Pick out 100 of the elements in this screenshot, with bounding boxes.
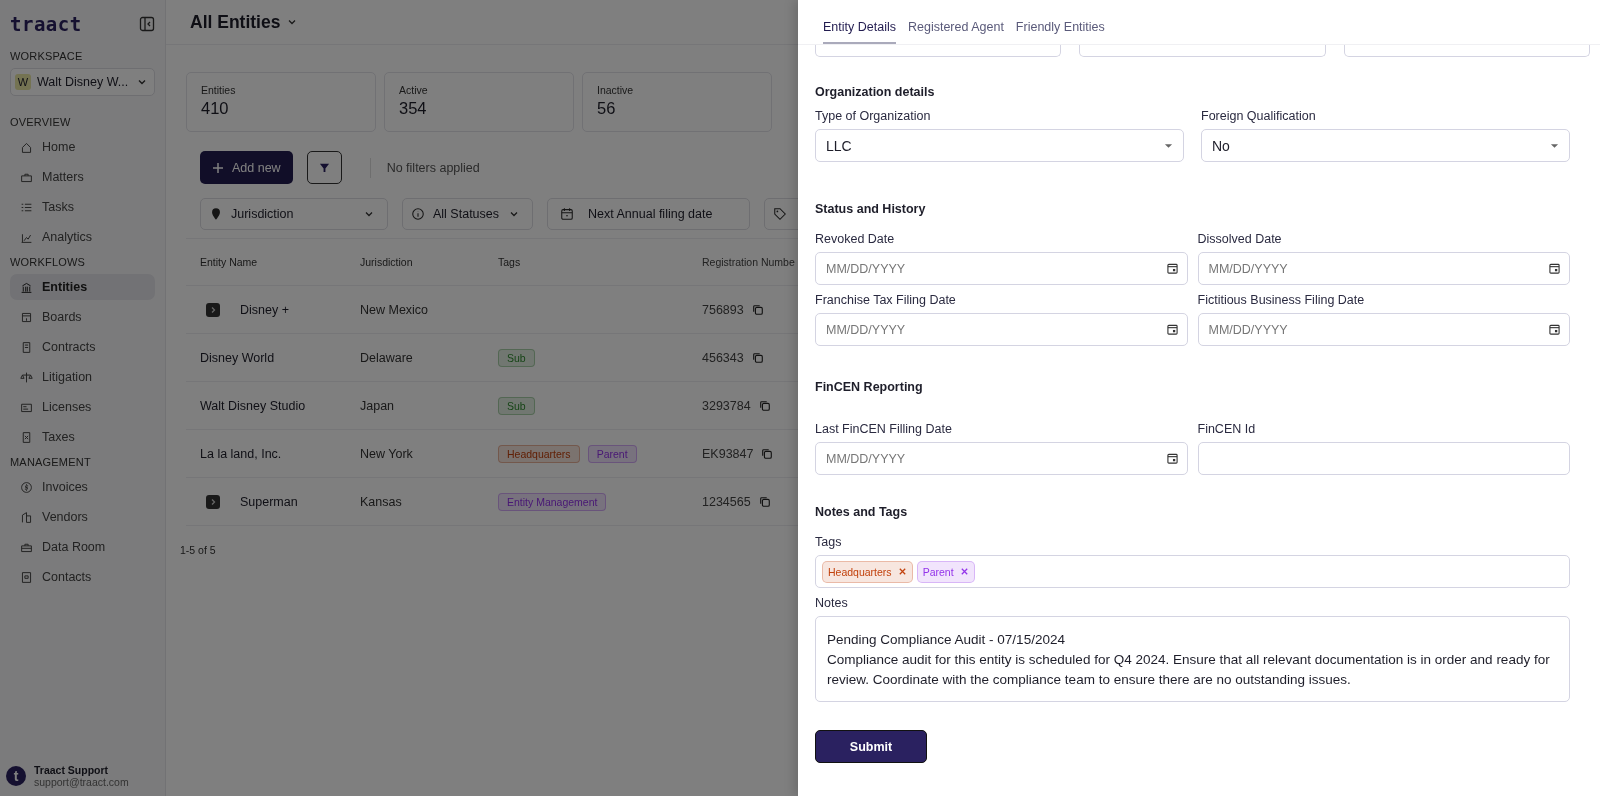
nav-item[interactable]: Taxes	[10, 424, 155, 450]
pagination-text: 1-5 of 5	[180, 544, 217, 556]
submit-button[interactable]: Submit	[815, 730, 927, 763]
copy-icon[interactable]	[761, 447, 774, 460]
home-icon[interactable]	[20, 140, 33, 154]
nav-item[interactable]: Entities	[10, 274, 155, 300]
stat-card: Active 354	[384, 72, 574, 132]
input-field[interactable]	[1079, 45, 1326, 57]
table-cell-text: New York	[360, 446, 414, 461]
input-field[interactable]	[1343, 45, 1590, 57]
date-field[interactable]: MM/DD/YYYY	[1197, 313, 1570, 346]
contact-icon[interactable]	[20, 570, 33, 584]
filter-dropdown[interactable]: Jurisdiction	[200, 198, 388, 230]
copy-icon[interactable]	[751, 303, 764, 316]
expand-icon[interactable]	[206, 494, 220, 509]
nav-item[interactable]: Boards	[10, 304, 155, 330]
entity-name[interactable]: La la land, Inc.	[200, 446, 282, 461]
calendar-icon[interactable]	[1166, 324, 1178, 335]
workspace-select[interactable]: W Walt Disney W...	[10, 68, 155, 96]
table-cell-text: New Mexico	[360, 302, 430, 317]
nav-item[interactable]: Contracts	[10, 334, 155, 360]
nav-item[interactable]: Home	[10, 134, 155, 160]
document-icon[interactable]	[20, 340, 33, 354]
close-icon[interactable]	[897, 567, 907, 576]
field-label: Dissolved Date	[1197, 232, 1283, 246]
copy-icon[interactable]	[758, 495, 771, 508]
column-header: Registration Numbe	[702, 256, 796, 268]
calendar-icon[interactable]	[1166, 453, 1178, 464]
entity-name[interactable]: Disney World	[200, 350, 275, 365]
plus-icon[interactable]	[212, 161, 224, 174]
table-cell-text: Kansas	[360, 494, 403, 509]
section-label: WORKFLOWS	[10, 256, 87, 268]
input-field[interactable]	[1197, 442, 1570, 475]
table-cell: 756893	[702, 302, 744, 317]
table-cell-text: Delaware	[360, 350, 414, 365]
sidebar-toggle-icon[interactable]	[139, 16, 155, 32]
table-cell: 456343	[702, 350, 744, 365]
filter-dropdown[interactable]: All Statuses	[402, 198, 533, 230]
expand-icon[interactable]	[206, 302, 220, 317]
entity-name[interactable]: Walt Disney Studio	[200, 398, 306, 413]
filter-icon[interactable]	[318, 162, 330, 173]
caret-icon[interactable]	[1550, 142, 1559, 149]
tag-chip: Headquarters	[822, 560, 913, 583]
entity-name[interactable]: Superman	[240, 494, 298, 509]
location-pin-icon[interactable]	[209, 207, 223, 221]
table-cell: 1234565	[702, 494, 751, 509]
building-icon[interactable]	[20, 510, 33, 524]
scales-icon[interactable]	[20, 370, 33, 384]
close-icon[interactable]	[959, 567, 969, 576]
section-title: Organization details	[815, 85, 936, 99]
nav-item[interactable]: Licenses	[10, 394, 155, 420]
field-label: Tags	[815, 535, 843, 549]
caret-icon[interactable]	[1164, 142, 1173, 149]
filter-dropdown[interactable]: Next Annual filing date	[547, 198, 750, 230]
dollar-icon[interactable]	[20, 480, 33, 494]
nav-item[interactable]: Matters	[10, 164, 155, 190]
section-title: Status and History	[815, 202, 927, 216]
nav-item[interactable]: Litigation	[10, 364, 155, 390]
tags-field[interactable]: Headquarters Parent	[815, 555, 1570, 588]
page-title[interactable]: All Entities	[190, 11, 281, 33]
copy-icon[interactable]	[751, 351, 764, 364]
field-label: Revoked Date	[815, 232, 896, 246]
nav-item[interactable]: Tasks	[10, 194, 155, 220]
select-field[interactable]: No	[1201, 129, 1570, 162]
filter-button[interactable]	[306, 151, 342, 184]
date-field[interactable]: MM/DD/YYYY	[1197, 252, 1570, 285]
field-label: FinCEN Id	[1197, 422, 1257, 436]
entity-name[interactable]: Disney +	[240, 302, 289, 317]
date-field[interactable]: MM/DD/YYYY	[815, 252, 1188, 285]
user-name: Traact Support	[34, 764, 110, 776]
date-field[interactable]: MM/DD/YYYY	[815, 313, 1188, 346]
section-label: MANAGEMENT	[10, 456, 92, 468]
calendar-icon[interactable]	[1549, 324, 1560, 335]
date-field[interactable]: MM/DD/YYYY	[815, 442, 1188, 475]
building-icon[interactable]	[20, 280, 33, 294]
table-cell-text: Japan	[360, 398, 396, 413]
nav-item[interactable]: Vendors	[10, 504, 155, 530]
tab[interactable]: Registered Agent	[907, 20, 1004, 44]
tag-icon[interactable]	[773, 207, 787, 221]
column-header: Tags	[498, 256, 522, 268]
add-new-button[interactable]: Add new	[200, 151, 293, 184]
field-label: Foreign Qualification	[1201, 109, 1317, 123]
notes-field[interactable]: Pending Compliance Audit - 07/15/2024 Compliance audit for this entity is scheduled for Q4 2024. Ensure that all relevant documentation is in order and ready for review. Coordinate with the compliance team to ensure there are no outstanding issues.	[815, 616, 1570, 702]
document-icon[interactable]	[20, 430, 33, 444]
calendar-icon[interactable]	[1166, 263, 1178, 274]
field-label: Fictitious Business Filing Date	[1197, 293, 1366, 307]
nav-item[interactable]: Analytics	[10, 224, 155, 250]
select-field[interactable]: LLC	[815, 129, 1184, 162]
tab[interactable]: Entity Details	[823, 20, 896, 44]
info-icon[interactable]	[411, 207, 425, 221]
input-field[interactable]	[815, 45, 1062, 57]
calendar-icon[interactable]	[1549, 263, 1560, 274]
nav-item[interactable]: Contacts	[10, 564, 155, 590]
tab[interactable]: Friendly Entities	[1015, 20, 1105, 44]
nav-item[interactable]: Data Room	[10, 534, 155, 560]
section-label: WORKSPACE	[10, 50, 84, 62]
nav-item[interactable]: Invoices	[10, 474, 155, 500]
user-email: support@traact.com	[34, 776, 129, 788]
stat-card: Entities 410	[186, 72, 376, 132]
copy-icon[interactable]	[758, 399, 771, 412]
